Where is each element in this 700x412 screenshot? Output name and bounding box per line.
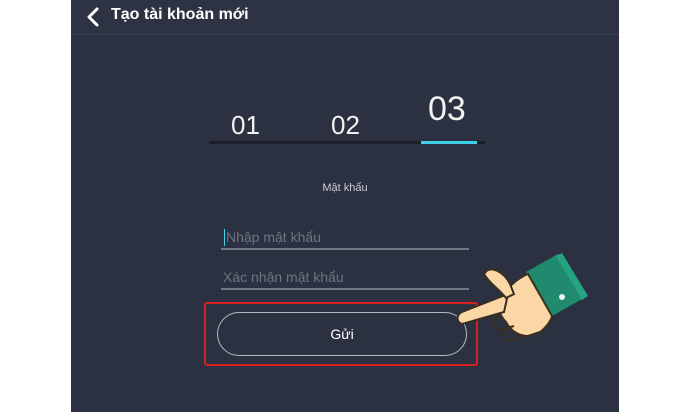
chevron-left-icon (87, 7, 99, 27)
password-input[interactable] (226, 226, 466, 248)
password-field[interactable] (221, 226, 469, 250)
confirm-password-field[interactable] (221, 266, 469, 290)
page-title: Tạo tài khoản mới (111, 6, 249, 23)
step-indicator: 01 02 03 (209, 86, 485, 146)
top-bar: Tạo tài khoản mới (71, 0, 619, 35)
pointing-hand-icon (456, 253, 588, 342)
step-02: 02 (331, 110, 360, 140)
back-button[interactable] (81, 4, 107, 30)
submit-button[interactable]: Gửi (217, 312, 467, 356)
section-label: Mật khẩu (322, 182, 368, 194)
text-cursor (224, 229, 225, 246)
step-03-active: 03 (428, 90, 466, 128)
step-active-underline (421, 141, 477, 144)
step-01: 01 (231, 110, 260, 140)
submit-button-label: Gửi (330, 326, 354, 342)
confirm-password-input[interactable] (223, 266, 463, 288)
